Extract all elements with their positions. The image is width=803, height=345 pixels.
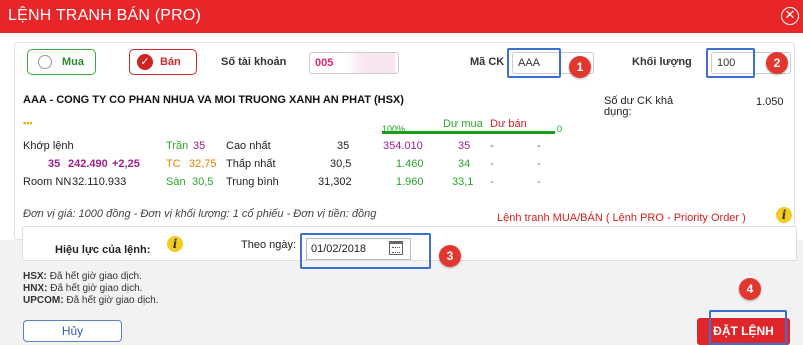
place-order-button[interactable]: ĐẶT LỆNH xyxy=(697,318,790,345)
validity-label: Hiệu lực của lệnh: xyxy=(55,244,151,256)
quantity-label: Khối lượng xyxy=(632,56,692,68)
depth-askvol-3: - xyxy=(537,176,541,188)
bar-0-label: 0 xyxy=(557,124,563,134)
ref-label: TC xyxy=(166,158,181,170)
market-status: Đã hết giờ giao dịch. xyxy=(49,271,142,282)
stock-title: AAA - CONG TY CO PHAN NHUA VA MOI TRUONG… xyxy=(23,94,404,106)
avg-label: Trung bình xyxy=(226,176,279,188)
depth-bid-3: 33,1 xyxy=(452,176,474,188)
depth-askvol-1: - xyxy=(537,140,541,152)
floor-label: Sàn xyxy=(166,176,186,188)
depth-vol-1: 354.010 xyxy=(383,140,423,152)
room-value: 32.110.933 xyxy=(72,176,127,188)
depth-ask-3: - xyxy=(490,176,494,188)
by-date-label: Theo ngày: xyxy=(241,239,297,251)
sell-toggle[interactable]: ✓ Bán xyxy=(129,49,197,75)
depth-vol-3: 1.960 xyxy=(396,176,424,188)
order-type-text: Lệnh tranh MUA/BÁN ( Lệnh PRO - Priority… xyxy=(497,212,746,224)
high-label: Cao nhất xyxy=(226,140,271,152)
flag-icon: ▪▪▪ xyxy=(23,118,33,128)
market-status-hnx: HNX: Đã hết giờ giao dịch. xyxy=(23,283,142,294)
match-change: +2,25 xyxy=(112,158,140,170)
market-status-upcom: UPCOM: Đã hết giờ giao dịch. xyxy=(23,295,159,306)
radio-off-icon xyxy=(38,55,52,69)
step-badge-4: 4 xyxy=(739,278,761,300)
low-label: Thấp nhất xyxy=(226,158,276,170)
step-badge-2: 2 xyxy=(766,52,788,74)
match-label: Khớp lệnh xyxy=(23,140,74,152)
step-badge-1: 1 xyxy=(569,56,591,78)
depth-askvol-2: - xyxy=(537,158,541,170)
ceiling-label: Trần xyxy=(166,140,189,152)
close-icon[interactable]: ✕ xyxy=(781,7,799,25)
balance-value: 1.050 xyxy=(756,96,784,108)
info-icon[interactable]: i xyxy=(776,207,792,223)
validity-info-icon[interactable]: i xyxy=(167,236,183,252)
dialog-titlebar: LỆNH TRANH BÁN (PRO) ✕ xyxy=(0,0,803,33)
account-label: Số tài khoản xyxy=(221,56,287,68)
match-price: 35 xyxy=(48,158,61,170)
depth-ask-1: - xyxy=(490,140,494,152)
cancel-button[interactable]: Hủy xyxy=(23,320,122,342)
low-value: 30,5 xyxy=(330,158,352,170)
balance-label: Số dư CK khả dụng: xyxy=(604,95,674,118)
calendar-icon[interactable] xyxy=(389,241,403,255)
ref-value: 32,75 xyxy=(189,158,217,170)
ask-header: Dư bán xyxy=(490,118,527,130)
market-name: UPCOM: xyxy=(23,295,64,306)
depth-ask-2: - xyxy=(490,158,494,170)
avg-value: 31,302 xyxy=(318,176,352,188)
buy-label: Mua xyxy=(62,56,84,68)
market-status: Đã hết giờ giao dịch. xyxy=(50,283,143,294)
buy-toggle[interactable]: Mua xyxy=(27,49,96,75)
check-icon: ✓ xyxy=(137,54,153,70)
sell-label: Bán xyxy=(160,56,181,68)
depth-bid-2: 34 xyxy=(458,158,471,170)
ceiling-value: 35 xyxy=(193,140,206,152)
account-mask xyxy=(345,53,395,73)
high-value: 35 xyxy=(337,140,350,152)
floor-value: 30,5 xyxy=(192,176,214,188)
depth-vol-2: 1.460 xyxy=(396,158,424,170)
match-volume: 242.490 xyxy=(68,158,108,170)
market-status: Đã hết giờ giao dịch. xyxy=(66,295,159,306)
dialog-title: LỆNH TRANH BÁN (PRO) xyxy=(8,7,202,24)
step-badge-3: 3 xyxy=(439,245,461,267)
bid-header: Dư mua xyxy=(443,118,483,130)
market-status-hsx: HSX: Đã hết giờ giao dịch. xyxy=(23,271,142,282)
room-label: Room NN xyxy=(23,176,72,188)
depth-bid-1: 35 xyxy=(458,140,471,152)
units-note: Đơn vị giá: 1000 đồng - Đơn vị khối lượn… xyxy=(23,208,377,220)
symbol-label: Mã CK xyxy=(470,56,505,68)
market-name: HNX: xyxy=(23,283,48,294)
depth-bar xyxy=(382,131,555,134)
market-name: HSX: xyxy=(23,271,47,282)
